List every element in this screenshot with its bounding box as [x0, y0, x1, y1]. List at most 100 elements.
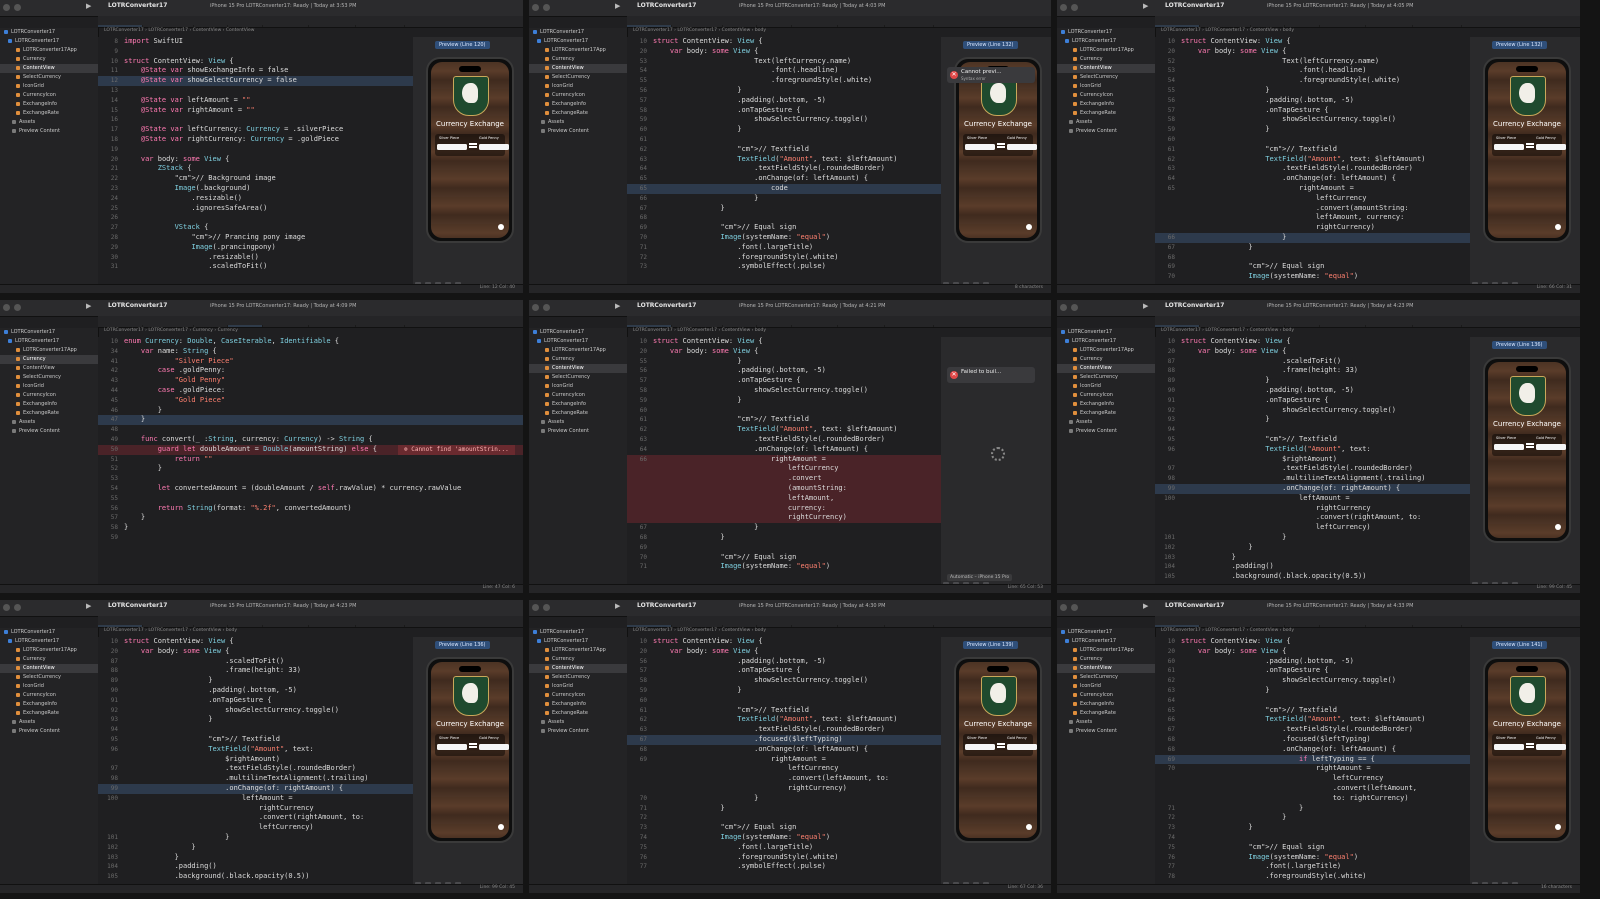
- code-line[interactable]: 66 }: [627, 194, 941, 204]
- code-line[interactable]: 42 case .goldPenny:: [98, 366, 523, 376]
- breadcrumb[interactable]: LOTRConverter17 › LOTRConverter17 › Cont…: [627, 328, 766, 336]
- navigator-item[interactable]: LOTRConverter17: [1057, 337, 1155, 346]
- code-line[interactable]: 69 if leftTyping == {: [1155, 754, 1470, 765]
- tab-exchangeinfo[interactable]: ExchangeInfo: [838, 25, 886, 27]
- code-line[interactable]: 55: [98, 494, 523, 504]
- minimize-window-button[interactable]: [1071, 304, 1078, 311]
- code-line[interactable]: 63 .textFieldStyle(.roundedBorder): [627, 725, 941, 735]
- code-line[interactable]: 58 showSelectCurrency.toggle(): [627, 386, 941, 396]
- code-line[interactable]: 76 Image(systemName: "equal"): [1155, 853, 1470, 863]
- navigator-item[interactable]: ContentView: [1057, 364, 1155, 373]
- navigator-item[interactable]: CurrencyIcon: [0, 691, 98, 700]
- code-line[interactable]: 71 .font(.largeTitle): [627, 243, 941, 253]
- navigator-item[interactable]: Currency: [529, 355, 627, 364]
- navigator-item[interactable]: ExchangeRate: [0, 409, 98, 418]
- code-line[interactable]: 65 rightAmount =: [1155, 184, 1470, 194]
- code-line[interactable]: 57 .onTapGesture {: [627, 666, 941, 676]
- navigator-item[interactable]: Currency: [0, 355, 98, 364]
- code-editor[interactable]: 10 struct ContentView: View {20 var body:…: [1155, 37, 1470, 285]
- code-line[interactable]: 61: [627, 135, 941, 145]
- navigator-item[interactable]: ContentView: [529, 664, 627, 673]
- code-line[interactable]: 14 @State var leftAmount = "": [98, 96, 413, 106]
- run-button[interactable]: ▶: [86, 602, 91, 610]
- code-line[interactable]: 24 .resizable(): [98, 194, 413, 204]
- code-line[interactable]: 10 struct ContentView: View {: [627, 337, 941, 347]
- code-line[interactable]: 105 .background(.black.opacity(0.5)): [1155, 572, 1470, 582]
- code-line[interactable]: 68: [1155, 253, 1470, 263]
- navigator-item[interactable]: SelectCurrency: [1057, 73, 1155, 82]
- code-line[interactable]: 62 "cm">// Textfield: [627, 145, 941, 155]
- code-line[interactable]: 54 let convertedAmount = (doubleAmount /…: [98, 484, 523, 494]
- code-line[interactable]: 10 struct ContentView: View {: [1155, 37, 1470, 47]
- code-line[interactable]: 91 .onTapGesture {: [1155, 396, 1470, 406]
- code-line[interactable]: 47 }: [98, 415, 523, 426]
- code-line[interactable]: leftCurrency: [627, 764, 941, 774]
- code-line[interactable]: 56 .padding(.bottom, -5): [627, 366, 941, 376]
- code-line[interactable]: 88 .frame(height: 33): [98, 666, 413, 676]
- code-line[interactable]: 102 }: [1155, 543, 1470, 553]
- code-editor[interactable]: 8 import SwiftUI 9 10 struct ContentView: Vi…: [98, 37, 413, 285]
- right-currency-label[interactable]: Gold Penny: [479, 736, 499, 740]
- code-line[interactable]: 105 .background(.black.opacity(0.5)): [98, 872, 413, 882]
- navigator-item[interactable]: LOTRConverter17: [529, 628, 627, 637]
- code-line[interactable]: 11 @State var showExchangeInfo = false: [98, 66, 413, 76]
- run-button[interactable]: ▶: [1143, 302, 1148, 310]
- code-line[interactable]: 59 showSelectCurrency.toggle(): [627, 115, 941, 125]
- code-line[interactable]: 20 var body: some View {: [98, 155, 413, 165]
- navigator-item[interactable]: Preview Content: [529, 727, 627, 736]
- navigator-item[interactable]: Preview Content: [1057, 727, 1155, 736]
- code-line[interactable]: 27 VStack {: [98, 223, 413, 233]
- code-line[interactable]: 10 struct ContentView: View {: [98, 637, 413, 647]
- navigator-item[interactable]: SelectCurrency: [0, 373, 98, 382]
- code-line[interactable]: 74: [1155, 833, 1470, 843]
- navigator-item[interactable]: Currency: [0, 55, 98, 64]
- navigator-item[interactable]: ExchangeRate: [1057, 109, 1155, 118]
- code-line[interactable]: 67 }: [1155, 243, 1470, 253]
- code-line[interactable]: 98 .multilineTextAlignment(.trailing): [98, 774, 413, 784]
- tab-currencyicon[interactable]: CurrencyIcon: [1320, 325, 1367, 327]
- code-line[interactable]: 71 }: [1155, 804, 1470, 814]
- code-line[interactable]: 19: [98, 145, 413, 155]
- left-currency-label[interactable]: Silver Piece: [1496, 136, 1516, 140]
- code-line[interactable]: 56 return String(format: "%.2f", convert…: [98, 504, 523, 514]
- preview-error-banner[interactable]: ✕ Cannot previ... Syntax error: [947, 67, 1035, 83]
- code-line[interactable]: 62 showSelectCurrency.toggle(): [1155, 676, 1470, 686]
- navigator-item[interactable]: LOTRConverter17App: [0, 346, 98, 355]
- navigator-item[interactable]: ExchangeRate: [0, 109, 98, 118]
- code-line[interactable]: 60: [627, 696, 941, 706]
- code-line[interactable]: 26: [98, 213, 413, 223]
- tab-currencyicon[interactable]: CurrencyIcon: [263, 625, 310, 627]
- code-line[interactable]: 10 enum Currency: Double, CaseIterable, I…: [98, 337, 523, 347]
- code-line[interactable]: 54 .foregroundStyle(.white): [1155, 76, 1470, 86]
- minimize-window-button[interactable]: [14, 4, 21, 11]
- code-line[interactable]: leftCurrency): [1155, 523, 1470, 533]
- navigator-item[interactable]: LOTRConverter17: [529, 328, 627, 337]
- tab-exchangerate[interactable]: ExchangeRate: [1413, 325, 1462, 327]
- code-line[interactable]: 89 }: [98, 676, 413, 686]
- code-line[interactable]: 71 }: [627, 804, 941, 814]
- navigator-item[interactable]: Assets: [1057, 718, 1155, 727]
- right-currency-label[interactable]: Gold Penny: [1007, 136, 1027, 140]
- navigator-item[interactable]: LOTRConverter17: [529, 337, 627, 346]
- navigator-item[interactable]: Currency: [0, 655, 98, 664]
- code-line[interactable]: 99 .onChange(of: rightAmount) {: [1155, 483, 1470, 494]
- code-line[interactable]: leftCurrency: [627, 464, 941, 475]
- code-line[interactable]: 75 "cm">// Equal sign: [1155, 843, 1470, 853]
- preview-label[interactable]: Preview (Line 120): [435, 41, 490, 49]
- code-line[interactable]: 54 .font(.headline): [627, 66, 941, 76]
- code-line[interactable]: 25 .ignoresSafeArea(): [98, 204, 413, 214]
- navigator-item[interactable]: ExchangeInfo: [0, 100, 98, 109]
- code-line[interactable]: 70 rightAmount =: [1155, 764, 1470, 774]
- code-line[interactable]: 58 showSelectCurrency.toggle(): [627, 676, 941, 686]
- code-line[interactable]: 65 code: [627, 183, 941, 194]
- breadcrumb[interactable]: LOTRConverter17 › LOTRConverter17 › Cont…: [627, 628, 766, 636]
- navigator-item[interactable]: LOTRConverter17App: [0, 46, 98, 55]
- code-line[interactable]: 20 var body: some View {: [1155, 47, 1470, 57]
- navigator-item[interactable]: LOTRConverter17App: [529, 646, 627, 655]
- close-window-button[interactable]: [532, 4, 539, 11]
- navigator-item[interactable]: IconGrid: [529, 682, 627, 691]
- code-line[interactable]: 65 .onChange(of: leftAmount) {: [627, 174, 941, 184]
- code-line[interactable]: 71 Image(systemName: "equal"): [627, 562, 941, 572]
- info-icon[interactable]: [1555, 824, 1561, 830]
- code-line[interactable]: 59: [98, 533, 523, 543]
